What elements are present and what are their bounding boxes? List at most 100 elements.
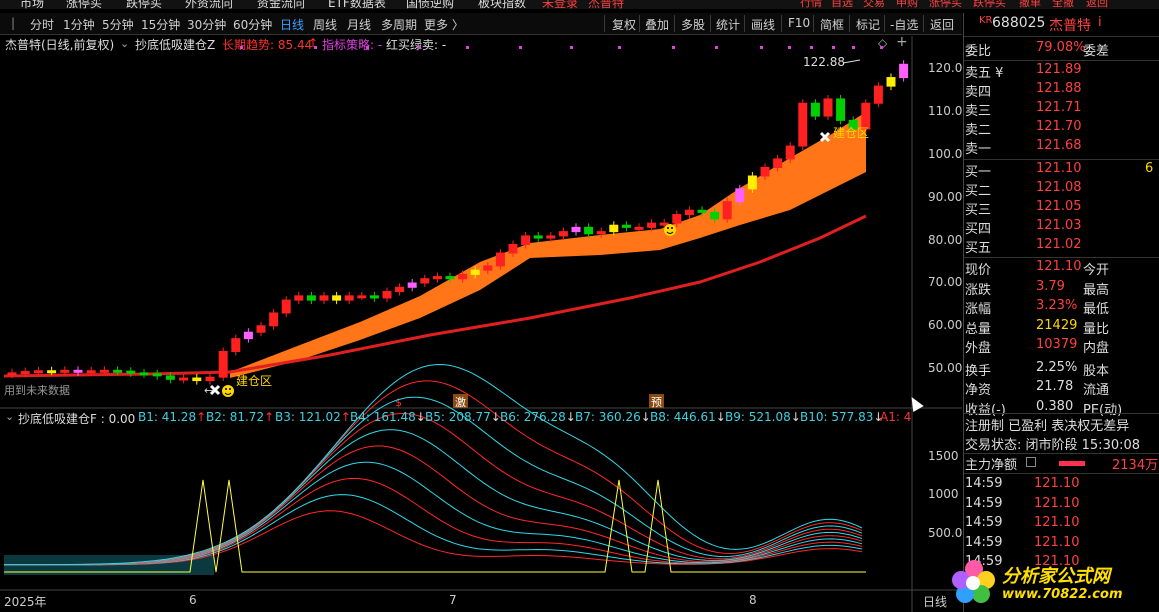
bid-row[interactable]: 买一 121.10 6 [964, 161, 1159, 180]
indicator-value-label: B8: 446.61 [650, 410, 716, 424]
stat-label: 现价 [965, 263, 992, 278]
ask-row[interactable]: 卖三 121.71 [964, 100, 1159, 119]
indicator-tick: 500.0 [928, 526, 963, 540]
tick-time: 14:59 [965, 534, 1003, 550]
main-flow-label: 主力净额 [965, 458, 1018, 473]
stat-label: 外盘 [965, 341, 992, 356]
indicator-value-label: B10: 577.83 [800, 410, 874, 424]
tick-time: 14:59 [965, 515, 1003, 530]
stat-label: 涨幅 [965, 302, 992, 317]
stat-value: 3.79 [1036, 278, 1065, 294]
info-icon[interactable]: i [1098, 15, 1102, 30]
weicha-label: 委差 [1083, 44, 1110, 59]
bid-label: 买一 [965, 165, 992, 180]
stat-right-label: 最低 [1083, 302, 1110, 317]
indicator-chevron-icon[interactable]: ⌄ [5, 410, 14, 423]
main-flow-value: 2134万 [1112, 458, 1159, 473]
signal-s: $ [395, 396, 402, 409]
ask-label: 卖三 [965, 104, 992, 119]
date-period: 日线 [923, 595, 948, 609]
ask-label: 卖五 ¥ [965, 66, 1004, 81]
stat-right-label: 股本 [1083, 363, 1110, 379]
tick-time: 14:59 [965, 476, 1003, 491]
watermark: 分析家公式网 www.70822.com [948, 556, 1148, 608]
indicator-waves [4, 363, 863, 566]
ask-price: 121.88 [1036, 81, 1082, 96]
date-month: 7 [449, 593, 457, 607]
stat-value: 10379 [1036, 337, 1078, 352]
ask-row[interactable]: 卖二 121.70 [964, 119, 1159, 138]
ask-price: 121.71 [1036, 100, 1082, 115]
bid-row[interactable]: 买三 121.05 [964, 199, 1159, 218]
bid-row[interactable]: 买四 121.03 [964, 218, 1159, 237]
menu-back[interactable]: 返回 [1086, 0, 1108, 9]
indicator-arrow-icon: ↑ [264, 410, 275, 424]
indicator-value-label: B6: 276.28 [500, 410, 566, 424]
tick-price: 121.10 [1034, 476, 1080, 491]
date-month: 8 [749, 593, 757, 607]
signal-ji: 激 [455, 395, 466, 409]
bid-price: 121.03 [1036, 218, 1082, 233]
indicator-value-label: A1: 4 [880, 410, 912, 424]
watermark-url: www.70822.com [1002, 587, 1123, 602]
candlesticks [7, 60, 909, 385]
bid-row[interactable]: 买五 121.02 [964, 237, 1159, 256]
weibi-value: 79.08% [1036, 40, 1086, 55]
indicator-value-label: B3: 121.02 [275, 410, 341, 424]
stock-name: 杰普特 [1049, 18, 1091, 34]
menu-cancel[interactable]: 撤单 [1019, 0, 1041, 9]
list-icon[interactable] [1026, 457, 1036, 467]
ask-price: 121.68 [1036, 138, 1082, 153]
ask-row[interactable]: 卖一 121.68 [964, 138, 1159, 157]
indicator-tick: 1000 [928, 487, 959, 501]
ask-price: 121.89 [1036, 62, 1082, 77]
bid-price: 121.02 [1036, 237, 1082, 252]
bid-label: 买五 [965, 241, 992, 256]
menu-down-buy[interactable]: 跌停买 [973, 0, 1006, 9]
tick-row: 14:59 121.10 [964, 515, 1159, 534]
strategy-dots [240, 46, 883, 49]
bid-label: 买二 [965, 184, 992, 199]
menu-cancel-all[interactable]: 全撤 [1052, 0, 1074, 9]
flow-bar [1059, 461, 1085, 466]
indicator-value-label: B5: 208.77 [425, 410, 491, 424]
ask-row[interactable]: 卖四 121.88 [964, 81, 1159, 100]
indicator-name[interactable]: 抄底低吸建仓F : 0.00 [18, 410, 135, 427]
tick-price: 121.10 [1034, 515, 1080, 530]
stat-right-label: 最高 [1083, 282, 1110, 298]
price-tick: 120.0 [928, 61, 963, 75]
tick-row: 14:59 121.10 [964, 535, 1159, 554]
ask-row[interactable]: 卖五 ¥ 121.89 [964, 62, 1159, 81]
stat-right-label: 量比 [1083, 321, 1110, 337]
indicator-value: B5: 208.77↓ [425, 410, 501, 424]
ask-label: 卖二 [965, 123, 992, 138]
price-tick: 80.00 [928, 233, 963, 247]
ask-price: 121.70 [1036, 119, 1082, 134]
ask-label: 卖一 [965, 142, 992, 157]
indicator-value-label: B9: 521.08 [725, 410, 791, 424]
registration-info: 注册制 已盈利 表决权无差异 [965, 419, 1130, 434]
tick-price: 121.10 [1034, 534, 1080, 550]
bid-price: 121.05 [1036, 199, 1082, 214]
stat-label: 总量 [965, 321, 992, 337]
indicator-value: B3: 121.02↑ [275, 410, 351, 424]
stat-label: 净资 [965, 383, 992, 398]
zone-label-1: 建仓区 [236, 374, 272, 388]
flower-logo-icon [952, 560, 995, 603]
support-band [230, 112, 866, 378]
indicator-value: B4: 161.48↓ [350, 410, 426, 424]
indicator-value: B8: 446.61↓ [650, 410, 726, 424]
stat-value: 121.10 [1036, 259, 1082, 274]
indicator-arrow-icon: ↑ [196, 410, 207, 424]
stat-row: 现价 121.10 今开 [964, 259, 1159, 278]
tick-time: 14:59 [965, 495, 1003, 511]
bid-label: 买三 [965, 203, 992, 218]
bid-row[interactable]: 买二 121.08 [964, 180, 1159, 199]
stat-right-label: 流通 [1083, 383, 1110, 398]
tick-price: 121.10 [1034, 495, 1080, 511]
stat-row: 涨跌 3.79 最高 [964, 279, 1159, 298]
tick-row: 14:59 121.10 [964, 476, 1159, 495]
indicator-value-label: B2: 81.72 [206, 410, 265, 424]
stock-code: 688025 [992, 15, 1046, 31]
chart-canvas[interactable]: 122.88 ← 建仓区 建仓区 用到未来数据 $ 激 预 [0, 0, 962, 612]
